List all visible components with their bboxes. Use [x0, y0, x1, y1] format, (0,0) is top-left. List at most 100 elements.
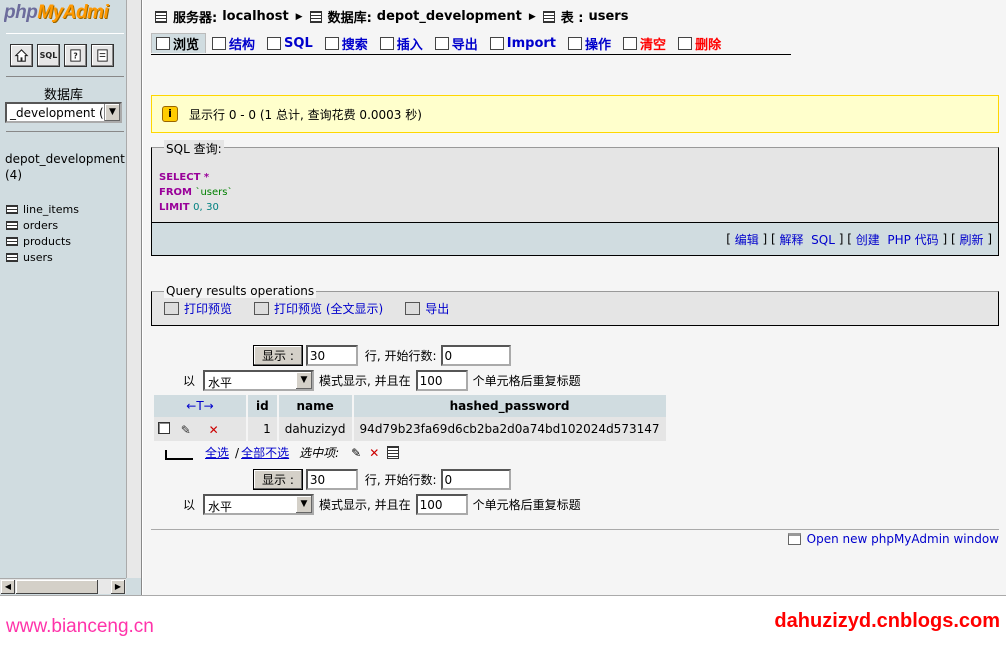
print-view-full-link[interactable]: 打印预览 (全文显示): [254, 300, 383, 317]
server-icon: [155, 10, 167, 23]
home-icon[interactable]: [10, 44, 33, 67]
sidebar-item-line-items[interactable]: line_items: [6, 201, 79, 217]
breadcrumb-database[interactable]: depot_development: [377, 9, 522, 24]
column-header-actions[interactable]: ←T→: [154, 395, 246, 417]
column-header-hashed-password[interactable]: hashed_password: [353, 395, 666, 417]
phpmyadmin-logo[interactable]: phpMyAdmi: [4, 2, 128, 28]
tab-export[interactable]: 导出: [430, 33, 484, 53]
scroll-right-arrow-icon[interactable]: ▶: [111, 580, 125, 594]
select-all-link[interactable]: 全选: [205, 444, 229, 461]
sidebar-item-users[interactable]: users: [6, 249, 79, 265]
tab-structure[interactable]: 结构: [208, 33, 262, 53]
chevron-down-icon[interactable]: ▼: [296, 496, 313, 513]
sql-limit-separator: ,: [199, 202, 203, 213]
tab-empty[interactable]: 清空: [619, 33, 673, 53]
breadcrumb: 服务器: localhost ▶ 数据库: depot_development …: [155, 7, 628, 26]
breadcrumb-table[interactable]: users: [588, 9, 628, 24]
check-separator: /: [235, 445, 240, 460]
refresh-link[interactable]: 刷新: [959, 231, 983, 248]
export-label: 导出: [425, 302, 450, 316]
start-row-input-bottom[interactable]: 0: [440, 469, 511, 490]
notice-box: i 显示行 0 - 0 (1 总计, 查询花费 0.0003 秒): [151, 95, 999, 133]
sql-query-icon[interactable]: SQL: [37, 44, 60, 67]
left-navigation-frame: phpMyAdmi SQL ? 数据库 _development (4 ▼ de…: [0, 0, 142, 595]
tab-label: 结构: [229, 37, 256, 53]
tab-operations[interactable]: 操作: [564, 33, 618, 53]
table-icon[interactable]: [6, 236, 18, 246]
rows-label-top: 行, 开始行数:: [364, 349, 437, 363]
sidebar-item-products[interactable]: products: [6, 233, 79, 249]
query-results-op-list: 打印预览 打印预览 (全文显示) 导出: [164, 300, 449, 317]
explain-sql-link[interactable]: 解释 SQL: [780, 231, 835, 248]
column-header-name[interactable]: name: [278, 395, 352, 417]
sql-table-name: `users`: [195, 187, 233, 198]
sql-docs-icon[interactable]: [91, 44, 114, 67]
by-label-top: 以: [183, 374, 196, 388]
tab-label: 导出: [451, 37, 478, 53]
delete-x-icon[interactable]: ✕: [202, 423, 226, 437]
chevron-down-icon[interactable]: ▼: [296, 372, 313, 389]
table-icon[interactable]: [6, 204, 18, 214]
rows-input-top[interactable]: 30: [305, 345, 358, 366]
vertical-scrollbar[interactable]: [126, 0, 141, 578]
show-button-top[interactable]: 显示 :: [253, 345, 303, 366]
cell-hashed-password: 94d79b23fa69d6cb2ba2d0a74bd102024d573147: [353, 417, 666, 441]
tab-drop[interactable]: 删除: [674, 33, 728, 53]
scrollbar-thumb[interactable]: [16, 580, 98, 594]
breadcrumb-server-label: 服务器:: [173, 11, 218, 26]
horizontal-scrollbar[interactable]: ◀ ▶: [0, 578, 126, 594]
tab-sql[interactable]: SQL: [263, 33, 319, 53]
tab-search[interactable]: 搜索: [320, 33, 374, 53]
scroll-left-arrow-icon[interactable]: ◀: [1, 580, 15, 594]
sidebar-item-label: orders: [23, 218, 59, 232]
tab-insert[interactable]: 插入: [375, 33, 429, 53]
breadcrumb-server[interactable]: localhost: [222, 9, 288, 24]
info-icon: i: [162, 106, 178, 122]
tab-label: 插入: [396, 37, 423, 53]
logo-part-myadmin: MyAdmi: [37, 2, 109, 23]
logo-part-php: php: [4, 2, 38, 23]
start-row-input-top[interactable]: 0: [440, 345, 511, 366]
repeat-header-input-bottom[interactable]: 100: [415, 494, 468, 515]
database-select[interactable]: _development (4 ▼: [5, 102, 122, 123]
table-icon[interactable]: [6, 220, 18, 230]
export-icon[interactable]: [387, 446, 400, 459]
create-php-code-link[interactable]: 创建 PHP 代码: [856, 231, 939, 248]
main-content-frame: 服务器: localhost ▶ 数据库: depot_development …: [143, 0, 1006, 595]
open-new-window-link[interactable]: Open new phpMyAdmin window: [787, 532, 999, 546]
edit-query-link[interactable]: 编辑: [735, 231, 759, 248]
table-icon[interactable]: [6, 252, 18, 262]
print-view-link[interactable]: 打印预览: [164, 300, 232, 317]
printer-icon: [164, 302, 179, 315]
operations-icon: [568, 36, 583, 50]
sidebar-item-orders[interactable]: orders: [6, 217, 79, 233]
rows-input-bottom[interactable]: 30: [305, 469, 358, 490]
column-header-id[interactable]: id: [248, 395, 277, 417]
display-mode-select-top[interactable]: 水平 ▼: [203, 370, 315, 391]
tab-label: 浏览: [173, 38, 200, 53]
query-results-legend: Query results operations: [164, 284, 317, 298]
repeat-header-input-top[interactable]: 100: [415, 370, 468, 391]
delete-x-icon[interactable]: ✕: [369, 446, 379, 460]
watermark-strip: www.bianceng.cn dahuzizyd.cnblogs.com: [0, 595, 1006, 645]
notice-text: 显示行 0 - 0 (1 总计, 查询花费 0.0003 秒): [189, 107, 422, 122]
tab-label: 清空: [640, 37, 667, 53]
sidebar-item-label: line_items: [23, 202, 79, 216]
tab-label: 搜索: [341, 37, 368, 53]
docs-icon[interactable]: ?: [64, 44, 87, 67]
display-mode-value-top: 水平: [208, 376, 233, 390]
chevron-down-icon[interactable]: ▼: [104, 104, 120, 121]
edit-pencil-icon[interactable]: ✎: [351, 446, 361, 460]
export-link[interactable]: 导出: [405, 300, 449, 317]
tab-import[interactable]: Import: [485, 33, 563, 53]
unselect-all-link[interactable]: 全部不选: [241, 444, 289, 461]
sql-query-fieldset: SQL 查询: SELECT * FROM `users` LIMIT 0, 3…: [151, 140, 999, 223]
edit-pencil-icon[interactable]: ✎: [174, 423, 198, 437]
row-checkbox[interactable]: [158, 421, 170, 434]
show-button-bottom[interactable]: 显示 :: [253, 469, 303, 490]
arrow-up-left-icon: [165, 449, 193, 460]
tab-browse[interactable]: 浏览: [151, 33, 207, 53]
database-select-value: _development (4: [10, 106, 112, 120]
database-name-link[interactable]: depot_development (4): [5, 151, 125, 183]
display-mode-select-bottom[interactable]: 水平 ▼: [203, 494, 315, 515]
